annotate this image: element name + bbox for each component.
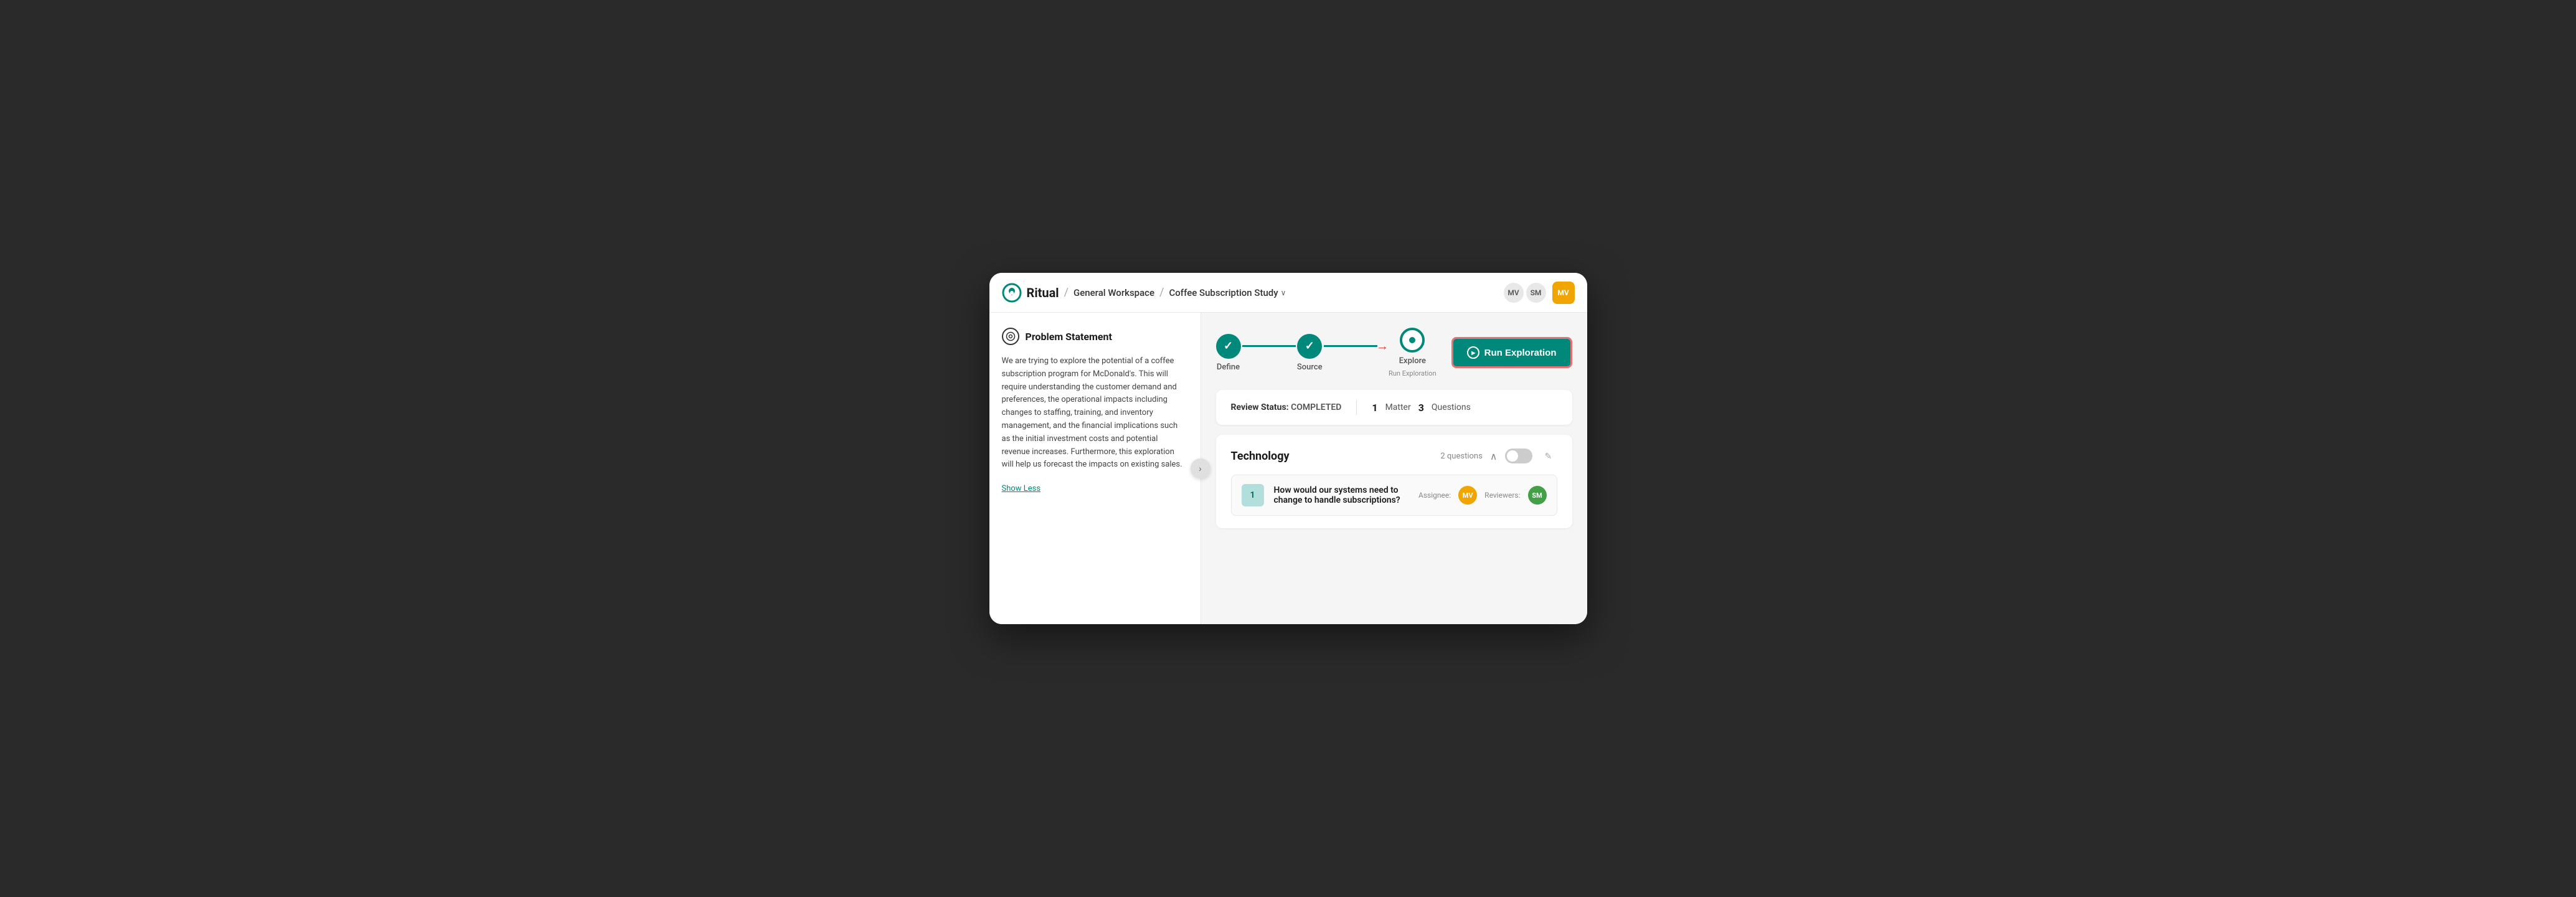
run-exploration-label: Run Exploration — [1484, 348, 1557, 358]
breadcrumb: / General Workspace / Coffee Subscriptio… — [1064, 286, 1286, 299]
step-define: ✓ Define — [1216, 334, 1241, 372]
tech-toggle[interactable] — [1505, 448, 1532, 463]
tech-meta: 2 questions ∧ ✎ — [1440, 447, 1557, 465]
logo-text: Ritual — [1027, 285, 1059, 300]
tech-questions-count: 2 questions — [1440, 452, 1482, 461]
step-explore-circle — [1400, 328, 1425, 353]
avatar-sm-small[interactable]: SM — [1526, 283, 1546, 303]
avatar-mv-small[interactable]: MV — [1504, 283, 1524, 303]
app-container: Ritual / General Workspace / Coffee Subs… — [989, 273, 1587, 624]
show-less-link[interactable]: Show Less — [1002, 484, 1041, 493]
reviewers-label: Reviewers: — [1484, 491, 1520, 500]
steps-container: ✓ Define ✓ Source — [1216, 328, 1437, 377]
review-status: Review Status: COMPLETED — [1231, 402, 1342, 412]
chevron-up-icon[interactable]: ∧ — [1490, 450, 1498, 462]
step-define-circle: ✓ — [1216, 334, 1241, 359]
sidebar-content: We are trying to explore the potential o… — [1002, 355, 1188, 472]
status-counts: 1 Matter 3 Questions — [1372, 402, 1470, 414]
question-text-1: How would our systems need to change to … — [1274, 485, 1409, 505]
questions-label: Questions — [1432, 402, 1471, 412]
play-icon: ▶ — [1467, 346, 1479, 359]
problem-icon — [1002, 328, 1019, 345]
question-number-1: 1 — [1242, 484, 1264, 506]
assignee-avatar[interactable]: MV — [1458, 486, 1477, 505]
step-source-label: Source — [1297, 363, 1323, 372]
breadcrumb-sep-2: / — [1159, 286, 1164, 299]
step-explore: Explore Run Exploration — [1389, 328, 1437, 377]
edit-icon: ✎ — [1545, 451, 1552, 462]
review-status-label: Review Status: — [1231, 402, 1289, 412]
avatar-mv-header[interactable]: MV — [1552, 282, 1575, 304]
tech-edit-button[interactable]: ✎ — [1540, 447, 1557, 465]
review-status-value: COMPLETED — [1291, 402, 1341, 412]
questions-count: 3 — [1418, 402, 1424, 414]
step-line-1 — [1242, 345, 1296, 347]
matter-label: Matter — [1385, 402, 1411, 412]
avatar-group: MV SM — [1504, 283, 1546, 303]
collapse-sidebar-button[interactable]: › — [1191, 458, 1210, 478]
question-meta-1: Assignee: MV Reviewers: SM — [1418, 486, 1546, 505]
chevron-down-icon: ∨ — [1281, 288, 1286, 297]
step-line-2 — [1324, 345, 1377, 347]
breadcrumb-sep-1: / — [1064, 286, 1069, 299]
ritual-logo-icon — [1002, 283, 1022, 303]
chevron-right-icon: › — [1199, 463, 1202, 473]
main-layout: Problem Statement We are trying to explo… — [989, 313, 1587, 624]
step-source: ✓ Source — [1297, 334, 1323, 372]
technology-section: Technology 2 questions ∧ ✎ 1 How would o… — [1216, 435, 1572, 528]
tech-header: Technology 2 questions ∧ ✎ — [1231, 447, 1557, 465]
step-define-label: Define — [1217, 363, 1240, 372]
progress-section: ✓ Define ✓ Source — [1216, 328, 1572, 377]
check-icon-source: ✓ — [1305, 339, 1314, 353]
step-explore-sublabel: Run Exploration — [1389, 369, 1437, 377]
check-icon-define: ✓ — [1224, 339, 1233, 353]
run-exploration-button[interactable]: ▶ Run Exploration — [1451, 337, 1572, 368]
reviewer-avatar[interactable]: SM — [1528, 486, 1547, 505]
sidebar: Problem Statement We are trying to explo… — [989, 313, 1201, 624]
matter-count: 1 — [1372, 402, 1377, 414]
header-right: MV SM MV — [1504, 282, 1575, 304]
sidebar-header: Problem Statement — [1002, 328, 1188, 345]
step-source-circle: ✓ — [1297, 334, 1322, 359]
tech-title: Technology — [1231, 450, 1441, 463]
header: Ritual / General Workspace / Coffee Subs… — [989, 273, 1587, 313]
breadcrumb-study[interactable]: Coffee Subscription Study ∨ — [1169, 287, 1286, 298]
step-explore-label: Explore — [1399, 356, 1426, 366]
assignee-label: Assignee: — [1418, 491, 1451, 500]
logo-area: Ritual — [1002, 283, 1059, 303]
status-divider — [1356, 400, 1357, 415]
status-bar: Review Status: COMPLETED 1 Matter 3 Ques… — [1216, 390, 1572, 425]
step-arrow-icon: → — [1376, 338, 1389, 354]
breadcrumb-workspace[interactable]: General Workspace — [1073, 287, 1154, 298]
question-row-1: 1 How would our systems need to change t… — [1231, 475, 1557, 516]
sidebar-title: Problem Statement — [1026, 331, 1112, 343]
content-area: ✓ Define ✓ Source — [1201, 313, 1587, 624]
